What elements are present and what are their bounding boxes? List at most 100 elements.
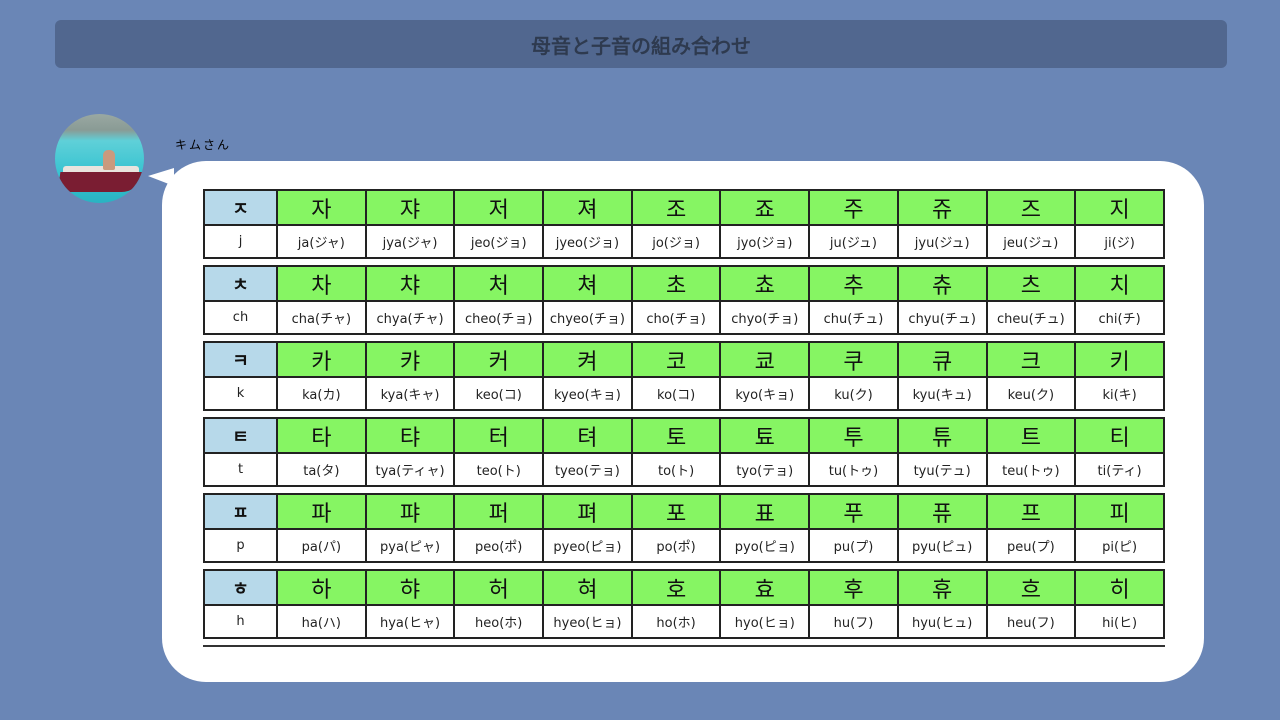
consonant-block: ㅋ 카 캬 커 켜 코 쿄 쿠 큐 크 키 k ka(カ) kya(キャ) keo(コ) kyeo(キョ) ko… (203, 341, 1165, 411)
reading-cell: jyu(ジュ) (896, 224, 988, 259)
syllable-cell: 포 (630, 493, 722, 530)
hangul-row: ㅎ하햐허혀호효후휴흐히 (203, 569, 1165, 606)
syllable-cell: 카 (276, 341, 367, 378)
syllable-cell: 툐 (719, 417, 811, 454)
syllable-cell: 허 (453, 569, 545, 606)
syllable-cell: 프 (985, 493, 1077, 530)
reading-cell: keu(ク) (985, 376, 1077, 411)
avatar (55, 114, 144, 203)
syllable-cell: 큐 (896, 341, 988, 378)
consonant-cell: ㅌ (203, 417, 278, 454)
reading-cell: pi(ピ) (1074, 528, 1165, 563)
reading-cell: to(ト) (630, 452, 722, 487)
syllable-cell: 쟈 (364, 189, 456, 226)
reading-cell: ti(ティ) (1074, 452, 1165, 487)
syllable-cell: 처 (453, 265, 545, 302)
consonant-cell: ㅎ (203, 569, 278, 606)
reading-cell: teo(ト) (453, 452, 545, 487)
reading-cell: ta(タ) (276, 452, 367, 487)
reading-row: ch cha(チャ) chya(チャ) cheo(チョ) chyeo(チョ) cho(チョ… (203, 300, 1165, 335)
syllable-cell: 표 (719, 493, 811, 530)
romanization-cell: h (203, 604, 278, 639)
syllable-cell: 퓨 (896, 493, 988, 530)
hangul-row: ㅍ파퍄퍼펴포표푸퓨프피 (203, 493, 1165, 530)
syllable-cell: 쿠 (808, 341, 899, 378)
reading-cell: hi(ヒ) (1074, 604, 1165, 639)
reading-cell: jeu(ジュ) (985, 224, 1077, 259)
reading-cell: pya(ピャ) (364, 528, 456, 563)
reading-cell: kyo(キョ) (719, 376, 811, 411)
reading-cell: hyeo(ヒョ) (542, 604, 633, 639)
reading-cell: kyeo(キョ) (542, 376, 633, 411)
reading-row: k ka(カ) kya(キャ) keo(コ) kyeo(キョ) ko(コ) kyo(キョ) k… (203, 376, 1165, 411)
syllable-cell: 효 (719, 569, 811, 606)
syllable-cell: 차 (276, 265, 367, 302)
reading-cell: cheo(チョ) (453, 300, 545, 335)
syllable-cell: 키 (1074, 341, 1165, 378)
consonant-block: ㅎ 하 햐 허 혀 호 효 후 휴 흐 히 h ha(ハ) hya(ヒャ) heo(ホ) hyeo(ヒョ) ho… (203, 569, 1165, 639)
syllable-cell: 저 (453, 189, 545, 226)
reading-cell: peu(プ) (985, 528, 1077, 563)
syllable-cell: 휴 (896, 569, 988, 606)
reading-cell: pu(プ) (808, 528, 899, 563)
syllable-cell: 츄 (896, 265, 988, 302)
syllable-cell: 캬 (364, 341, 456, 378)
reading-row: j ja(ジャ) jya(ジャ) jeo(ジョ) jyeo(ジョ) jo(ジョ) jyo(ジ… (203, 224, 1165, 259)
reading-row: t ta(タ) tya(ティャ) teo(ト) tyeo(テョ) to(ト) tyo(テョ)… (203, 452, 1165, 487)
consonant-block: ㅈ 자 쟈 저 져 조 죠 주 쥬 즈 지 j ja(ジャ) jya(ジャ) jeo(ジョ) jyeo(ジョ)… (203, 189, 1165, 259)
reading-cell: ko(コ) (630, 376, 722, 411)
romanization-cell: j (203, 224, 278, 259)
reading-cell: kya(キャ) (364, 376, 456, 411)
syllable-cell: 탸 (364, 417, 456, 454)
reading-cell: cho(チョ) (630, 300, 722, 335)
syllable-cell: 타 (276, 417, 367, 454)
syllable-cell: 죠 (719, 189, 811, 226)
syllable-cell: 츠 (985, 265, 1077, 302)
hangul-row: ㅋ카캬커켜코쿄쿠큐크키 (203, 341, 1165, 378)
syllable-cell: 펴 (542, 493, 633, 530)
reading-cell: teu(トゥ) (985, 452, 1077, 487)
syllable-cell: 흐 (985, 569, 1077, 606)
syllable-cell: 치 (1074, 265, 1165, 302)
reading-cell: hyo(ヒョ) (719, 604, 811, 639)
syllable-cell: 자 (276, 189, 367, 226)
syllable-cell: 티 (1074, 417, 1165, 454)
romanization-cell: p (203, 528, 278, 563)
reading-cell: cha(チャ) (276, 300, 367, 335)
syllable-cell: 투 (808, 417, 899, 454)
reading-cell: pyeo(ピョ) (542, 528, 633, 563)
reading-cell: heo(ホ) (453, 604, 545, 639)
romanization-cell: t (203, 452, 278, 487)
syllable-cell: 토 (630, 417, 722, 454)
syllable-cell: 퍄 (364, 493, 456, 530)
consonant-cell: ㅍ (203, 493, 278, 530)
reading-cell: jo(ジョ) (630, 224, 722, 259)
hangul-row: ㅌ타탸터텨토툐투튜트티 (203, 417, 1165, 454)
syllable-cell: 피 (1074, 493, 1165, 530)
reading-cell: hya(ヒャ) (364, 604, 456, 639)
consonant-cell: ㅈ (203, 189, 278, 226)
syllable-cell: 후 (808, 569, 899, 606)
reading-cell: chya(チャ) (364, 300, 456, 335)
reading-cell: ho(ホ) (630, 604, 722, 639)
reading-cell: tu(トゥ) (808, 452, 899, 487)
syllable-cell: 초 (630, 265, 722, 302)
reading-cell: kyu(キュ) (896, 376, 988, 411)
reading-cell: chyo(チョ) (719, 300, 811, 335)
syllable-cell: 챠 (364, 265, 456, 302)
slide-title-bar: 母音と子音の組み合わせ (55, 20, 1227, 68)
syllable-cell: 주 (808, 189, 899, 226)
speaker-name: キムさん (175, 138, 232, 152)
syllable-cell: 즈 (985, 189, 1077, 226)
reading-cell: chi(チ) (1074, 300, 1165, 335)
syllable-cell: 푸 (808, 493, 899, 530)
reading-cell: ki(キ) (1074, 376, 1165, 411)
reading-row: h ha(ハ) hya(ヒャ) heo(ホ) hyeo(ヒョ) ho(ホ) hyo(ヒョ) h… (203, 604, 1165, 639)
syllable-cell: 히 (1074, 569, 1165, 606)
reading-cell: hyu(ヒュ) (896, 604, 988, 639)
reading-cell: pyu(ピュ) (896, 528, 988, 563)
consonant-block: ㅍ 파 퍄 퍼 펴 포 표 푸 퓨 프 피 p pa(パ) pya(ピャ) peo(ポ) pyeo(ピョ) po… (203, 493, 1165, 563)
syllable-cell: 텨 (542, 417, 633, 454)
consonant-cell: ㅋ (203, 341, 278, 378)
reading-cell: tyu(テュ) (896, 452, 988, 487)
